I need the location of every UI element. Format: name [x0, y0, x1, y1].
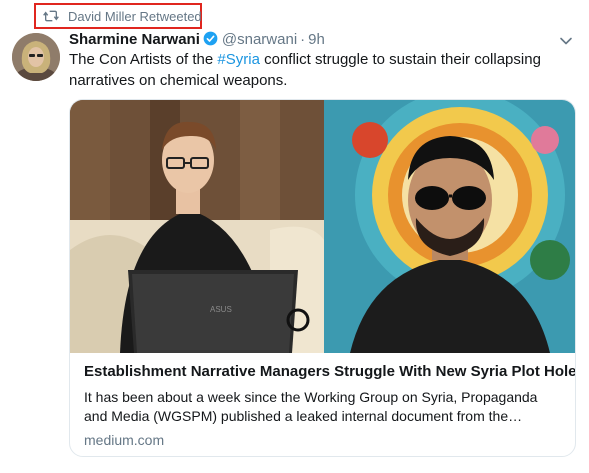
- card-body: Establishment Narrative Managers Struggl…: [84, 362, 575, 450]
- tweet-text: The Con Artists of the #Syria conflict s…: [69, 49, 569, 91]
- card-title[interactable]: Establishment Narrative Managers Struggl…: [84, 362, 575, 382]
- card-image[interactable]: ASUS: [70, 100, 575, 353]
- author-name[interactable]: Sharmine Narwani: [69, 31, 200, 48]
- tweet-timestamp[interactable]: 9h: [308, 31, 325, 48]
- hashtag-link[interactable]: #Syria: [217, 51, 260, 68]
- avatar-image: [12, 33, 60, 81]
- tweet-header: Sharmine Narwani @snarwani · 9h: [69, 30, 549, 50]
- card-domain[interactable]: medium.com: [84, 431, 564, 450]
- verified-badge-icon: [203, 31, 218, 46]
- chevron-down-icon[interactable]: [559, 34, 573, 48]
- author-avatar[interactable]: [12, 33, 60, 81]
- tweet-text-before: The Con Artists of the: [69, 51, 218, 68]
- link-card[interactable]: ASUS Establishment Narrative Managers St…: [69, 99, 576, 457]
- laptop-brand-text: ASUS: [210, 305, 232, 314]
- left-photo: ASUS: [70, 100, 324, 353]
- author-handle[interactable]: @snarwani: [222, 31, 297, 48]
- card-photo-collage: ASUS: [70, 100, 575, 353]
- retweet-icon: [43, 10, 59, 22]
- right-photo: [324, 100, 575, 353]
- separator-dot: ·: [300, 31, 306, 48]
- retweeted-by-link[interactable]: David Miller Retweeted: [68, 9, 202, 24]
- card-description: It has been about a week since the Worki…: [84, 389, 538, 424]
- tweet-page: David Miller Retweeted Sharmine Narwani …: [0, 0, 589, 473]
